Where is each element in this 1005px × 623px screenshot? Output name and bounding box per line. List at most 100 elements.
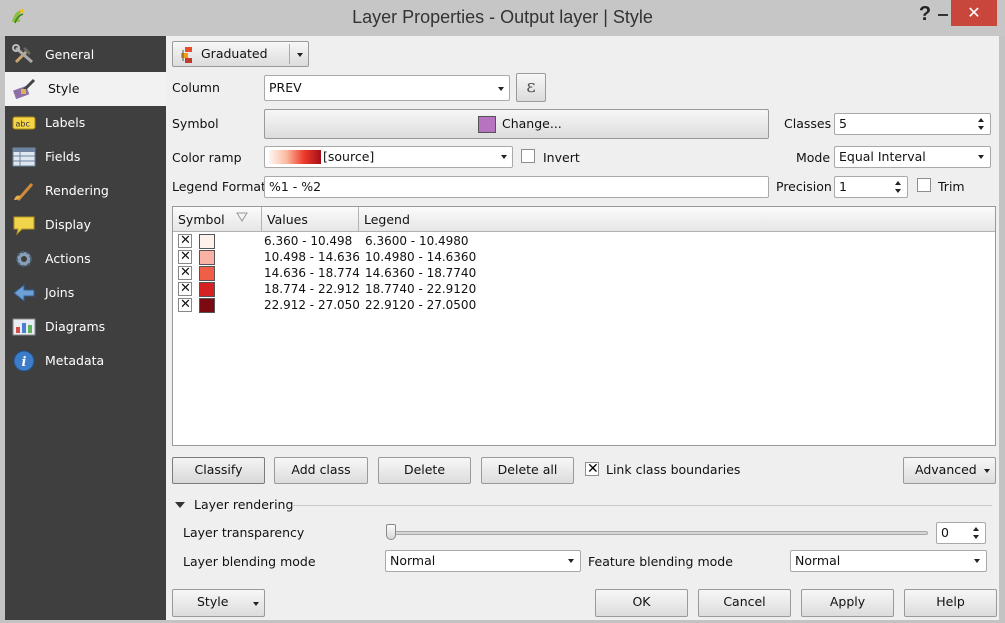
wrench-hammer-icon [12,44,33,64]
column-header-symbol[interactable]: Symbol [173,207,262,232]
table-row[interactable]: ✕ 14.636 - 18.774 14.6360 - 18.7740 [177,265,507,281]
column-value: PREV [269,80,302,95]
advanced-label: Advanced [915,462,977,477]
transparency-label: Layer transparency [183,525,305,540]
cancel-button[interactable]: Cancel [698,589,791,617]
table-row[interactable]: ✕ 10.498 - 14.636 10.4980 - 14.6360 [177,249,507,265]
close-button[interactable]: ✕ [951,0,997,26]
minimize-button[interactable] [938,6,948,18]
layer-blending-select[interactable]: Normal [385,550,581,572]
mode-value: Equal Interval [839,149,926,164]
sidebar: General Style abc Labels Fields Renderin… [5,36,166,620]
spin-down-icon[interactable] [973,535,979,539]
class-legend[interactable]: 10.4980 - 14.6360 [365,250,476,264]
apply-button[interactable]: Apply [801,589,894,617]
blending-value: Normal [390,553,436,568]
column-select[interactable]: PREV [264,75,510,101]
transparency-spinbox[interactable]: 0 [936,522,986,544]
chevron-down-icon [253,602,259,606]
sidebar-item-fields[interactable]: Fields [5,140,166,174]
class-values[interactable]: 10.498 - 14.636 [264,250,360,264]
help-button[interactable]: Help [904,589,997,617]
transparency-slider[interactable] [388,531,928,535]
class-values[interactable]: 6.360 - 10.498 [264,234,352,248]
class-color-swatch[interactable] [199,298,215,313]
classes-spinbox[interactable]: 5 [834,113,991,135]
sidebar-item-display[interactable]: Display [5,208,166,242]
table-row[interactable]: ✕ 18.774 - 22.912 18.7740 - 22.9120 [177,281,507,297]
spin-up-icon[interactable] [973,527,979,531]
sidebar-item-joins[interactable]: Joins [5,276,166,310]
color-ramp-select[interactable]: [source] [264,146,513,168]
sidebar-item-label: Metadata [45,353,105,368]
class-color-swatch[interactable] [199,266,215,281]
chevron-down-icon [501,155,507,159]
mode-select[interactable]: Equal Interval [834,146,991,168]
sidebar-item-metadata[interactable]: i Metadata [5,344,166,378]
table-fields-icon [12,147,36,167]
speech-bubble-icon [13,216,35,236]
add-class-button[interactable]: Add class [274,457,368,484]
help-question-icon[interactable]: ? [915,3,935,27]
invert-checkbox[interactable] [521,149,535,163]
delete-button[interactable]: Delete [378,457,471,484]
table-row[interactable]: ✕ 6.360 - 10.498 6.3600 - 10.4980 [177,233,507,249]
info-icon: i [13,350,35,372]
classify-button[interactable]: Classify [172,457,265,484]
sidebar-item-style[interactable]: Style [5,72,166,106]
class-color-swatch[interactable] [199,250,215,265]
style-menu-button[interactable]: Style [172,589,265,617]
expression-button[interactable]: ε [516,73,546,102]
spin-up-icon[interactable] [895,181,901,185]
trim-checkbox[interactable] [917,178,931,192]
row-checkbox[interactable]: ✕ [178,265,192,280]
spin-up-icon[interactable] [978,118,984,122]
column-header-legend[interactable]: Legend [359,207,995,232]
class-values[interactable]: 14.636 - 18.774 [264,266,360,280]
chevron-down-icon [984,469,990,473]
sidebar-item-rendering[interactable]: Rendering [5,174,166,208]
class-color-swatch[interactable] [199,282,215,297]
class-values[interactable]: 18.774 - 22.912 [264,282,360,296]
renderer-select[interactable]: Graduated [172,41,309,67]
table-row[interactable]: ✕ 22.912 - 27.050 22.9120 - 27.0500 [177,297,507,313]
advanced-button[interactable]: Advanced [903,457,996,484]
class-legend[interactable]: 6.3600 - 10.4980 [365,234,469,248]
row-checkbox[interactable]: ✕ [178,281,192,296]
feature-blending-select[interactable]: Normal [790,550,987,572]
precision-spinbox[interactable]: 1 [834,176,908,198]
symbol-change-button[interactable]: Change... [264,109,769,139]
row-checkbox[interactable]: ✕ [178,297,192,312]
sidebar-item-labels[interactable]: abc Labels [5,106,166,140]
delete-all-button[interactable]: Delete all [481,457,574,484]
sidebar-item-label: Labels [45,115,86,130]
sidebar-item-label: Style [48,81,80,96]
feature-blending-label: Feature blending mode [588,554,733,569]
layer-rendering-title[interactable]: Layer rendering [194,497,293,512]
column-header-values[interactable]: Values [262,207,359,232]
row-checkbox[interactable]: ✕ [178,233,192,248]
sidebar-item-general[interactable]: General [5,38,166,72]
classes-value: 5 [839,116,847,131]
link-boundaries-checkbox[interactable]: ✕ [585,461,599,477]
sidebar-item-actions[interactable]: Actions [5,242,166,276]
paintbrush-icon [13,78,36,100]
ok-button[interactable]: OK [595,589,688,617]
classes-table[interactable]: Symbol Values Legend ✕ 6.360 - 10.498 6.… [172,206,996,446]
spin-down-icon[interactable] [895,189,901,193]
class-values[interactable]: 22.912 - 27.050 [264,298,360,312]
brush-icon [14,183,34,201]
slider-handle[interactable] [386,524,396,540]
collapse-triangle-icon[interactable] [174,500,186,510]
sidebar-item-label: Diagrams [45,319,106,334]
class-legend[interactable]: 18.7740 - 22.9120 [365,282,476,296]
chart-icon [12,318,36,336]
sidebar-item-diagrams[interactable]: Diagrams [5,310,166,344]
chevron-down-icon [498,87,504,91]
row-checkbox[interactable]: ✕ [178,249,192,264]
class-color-swatch[interactable] [199,234,215,249]
class-legend[interactable]: 14.6360 - 18.7740 [365,266,476,280]
class-legend[interactable]: 22.9120 - 27.0500 [365,298,476,312]
legend-format-input[interactable]: %1 - %2 [264,176,769,198]
spin-down-icon[interactable] [978,126,984,130]
